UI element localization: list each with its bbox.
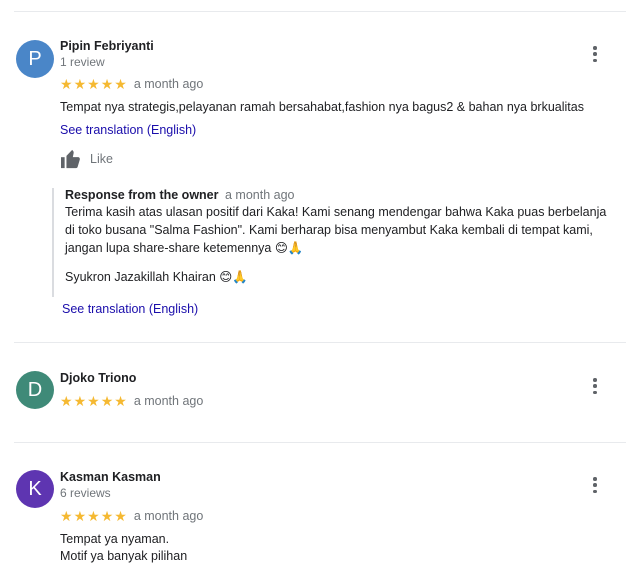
like-button[interactable]: Like — [60, 149, 113, 169]
reviewer-name[interactable]: Djoko Triono — [60, 371, 136, 385]
reviewer-name[interactable]: Pipin Febriyanti — [60, 39, 154, 53]
avatar[interactable]: P — [16, 40, 54, 78]
star-icon: ★ — [100, 508, 114, 524]
star-icon: ★ — [114, 76, 127, 92]
owner-response-text: Terima kasih atas ulasan positif dari Ka… — [65, 205, 607, 255]
owner-response-title: Response from the owner — [65, 188, 219, 202]
reviewer-name[interactable]: Kasman Kasman — [60, 470, 161, 484]
owner-response: Response from the owner a month ago Teri… — [52, 188, 612, 297]
rating-row: ★ ★ ★ ★ ★ a month ago — [60, 77, 203, 91]
star-icon: ★ — [60, 76, 73, 92]
rating-row: ★ ★ ★ ★ ★ a month ago — [60, 394, 203, 408]
star-icon: ★ — [114, 508, 127, 524]
star-icon: ★ — [87, 508, 100, 524]
owner-response-signoff: Syukron Jazakillah Khairan 😊🙏 — [65, 270, 248, 284]
more-options-icon[interactable] — [588, 376, 602, 396]
like-label: Like — [90, 152, 113, 166]
divider — [14, 342, 626, 343]
star-rating: ★ ★ ★ ★ ★ — [60, 509, 127, 523]
star-icon: ★ — [73, 76, 87, 92]
star-icon: ★ — [73, 393, 87, 409]
owner-response-header: Response from the owner a month ago — [65, 188, 612, 202]
thumbs-up-icon — [61, 149, 80, 169]
star-icon: ★ — [100, 76, 114, 92]
review-date: a month ago — [133, 77, 204, 91]
star-icon: ★ — [60, 393, 73, 409]
review-count: 6 reviews — [60, 486, 111, 500]
star-icon: ★ — [114, 393, 127, 409]
review-text: Tempat ya nyaman. Motif ya banyak piliha… — [60, 531, 187, 565]
more-options-icon[interactable] — [588, 44, 602, 64]
see-translation-link[interactable]: See translation (English) — [60, 123, 196, 137]
avatar[interactable]: K — [16, 470, 54, 508]
divider — [14, 442, 626, 443]
review-text-line: Motif ya banyak pilihan — [60, 549, 188, 563]
star-rating: ★ ★ ★ ★ ★ — [60, 77, 127, 91]
more-options-icon[interactable] — [588, 475, 602, 495]
owner-response-date: a month ago — [224, 188, 295, 202]
star-rating: ★ ★ ★ ★ ★ — [60, 394, 127, 408]
rating-row: ★ ★ ★ ★ ★ a month ago — [60, 509, 203, 523]
review-date: a month ago — [133, 394, 204, 408]
review-text-line: Tempat ya nyaman. — [60, 532, 170, 546]
star-icon: ★ — [60, 508, 73, 524]
star-icon: ★ — [73, 508, 87, 524]
star-icon: ★ — [87, 76, 100, 92]
review-text: Tempat nya strategis,pelayanan ramah ber… — [60, 100, 584, 114]
avatar[interactable]: D — [16, 371, 54, 409]
star-icon: ★ — [100, 393, 114, 409]
see-translation-link[interactable]: See translation (English) — [62, 302, 198, 316]
review-date: a month ago — [133, 509, 204, 523]
review-count: 1 review — [60, 55, 105, 69]
divider — [14, 11, 626, 12]
star-icon: ★ — [87, 393, 100, 409]
